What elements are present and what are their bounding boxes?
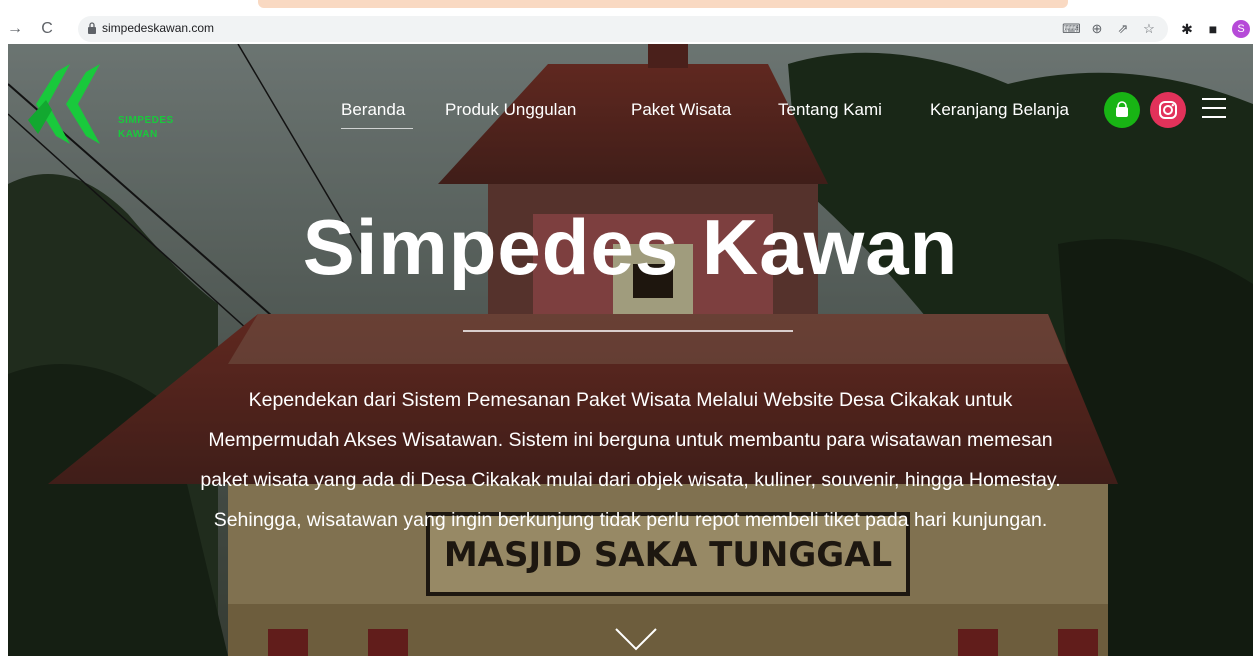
browser-top-strip	[0, 0, 1253, 10]
share-icon[interactable]: ⇗	[1114, 20, 1132, 38]
nav-item-tentang-kami[interactable]: Tentang Kami	[778, 100, 882, 120]
address-bar[interactable]: simpedeskawan.com ⌨ ⊕ ⇗ ☆	[78, 16, 1168, 42]
lock-icon	[88, 22, 96, 34]
translate-icon[interactable]: ⌨	[1062, 20, 1081, 38]
bookmark-star-icon[interactable]: ☆	[1140, 20, 1158, 38]
description-line: Kependekan dari Sistem Pemesanan Paket W…	[248, 389, 1013, 411]
instagram-button[interactable]	[1150, 92, 1186, 128]
shop-button[interactable]	[1104, 92, 1140, 128]
description-line: Sehingga, wisatawan yang ingin berkunjun…	[213, 509, 1048, 531]
nav-item-beranda[interactable]: Beranda	[341, 100, 405, 120]
side-panel-icon[interactable]: ■	[1204, 20, 1222, 38]
scroll-down-chevron-icon[interactable]	[614, 627, 658, 653]
active-tab-indicator	[258, 0, 1068, 8]
description-line: paket wisata yang ada di Desa Cikakak mu…	[200, 469, 1061, 491]
logo-text: SIMPEDES KAWAN	[118, 114, 174, 142]
logo-line-2: KAWAN	[118, 129, 158, 140]
hero-description: Kependekan dari Sistem Pemesanan Paket W…	[118, 380, 1143, 540]
site-logo[interactable]: SIMPEDES KAWAN	[26, 64, 176, 144]
logo-line-1: SIMPEDES	[118, 115, 174, 126]
title-divider	[463, 330, 793, 332]
url-text: simpedeskawan.com	[102, 21, 215, 35]
description-line: Mempermudah Akses Wisatawan. Sistem ini …	[208, 429, 1053, 451]
forward-icon[interactable]: →	[4, 14, 26, 44]
hero-title: Simpedes Kawan	[302, 203, 959, 291]
nav-active-underline	[341, 128, 413, 129]
nav-item-produk-unggulan[interactable]: Produk Unggulan	[445, 100, 576, 120]
profile-avatar[interactable]: S	[1232, 20, 1250, 38]
zoom-icon[interactable]: ⊕	[1088, 20, 1106, 38]
shopping-bag-icon	[1116, 101, 1128, 117]
hamburger-menu-icon[interactable]	[1202, 98, 1226, 120]
logo-mark-icon	[28, 64, 100, 144]
hero-section: MASJID SAKA TUNGGAL SIMPEDES KAWAN Beran…	[8, 44, 1253, 656]
instagram-icon	[1159, 101, 1177, 119]
nav-item-paket-wisata[interactable]: Paket Wisata	[631, 100, 731, 120]
reload-icon[interactable]: C	[36, 14, 58, 44]
extensions-puzzle-icon[interactable]: ✱	[1178, 20, 1196, 38]
hero-dark-overlay	[8, 44, 1253, 656]
nav-item-keranjang-belanja[interactable]: Keranjang Belanja	[930, 100, 1069, 120]
browser-toolbar: → C simpedeskawan.com ⌨ ⊕ ⇗ ☆ ✱ ■ S	[0, 14, 1253, 44]
